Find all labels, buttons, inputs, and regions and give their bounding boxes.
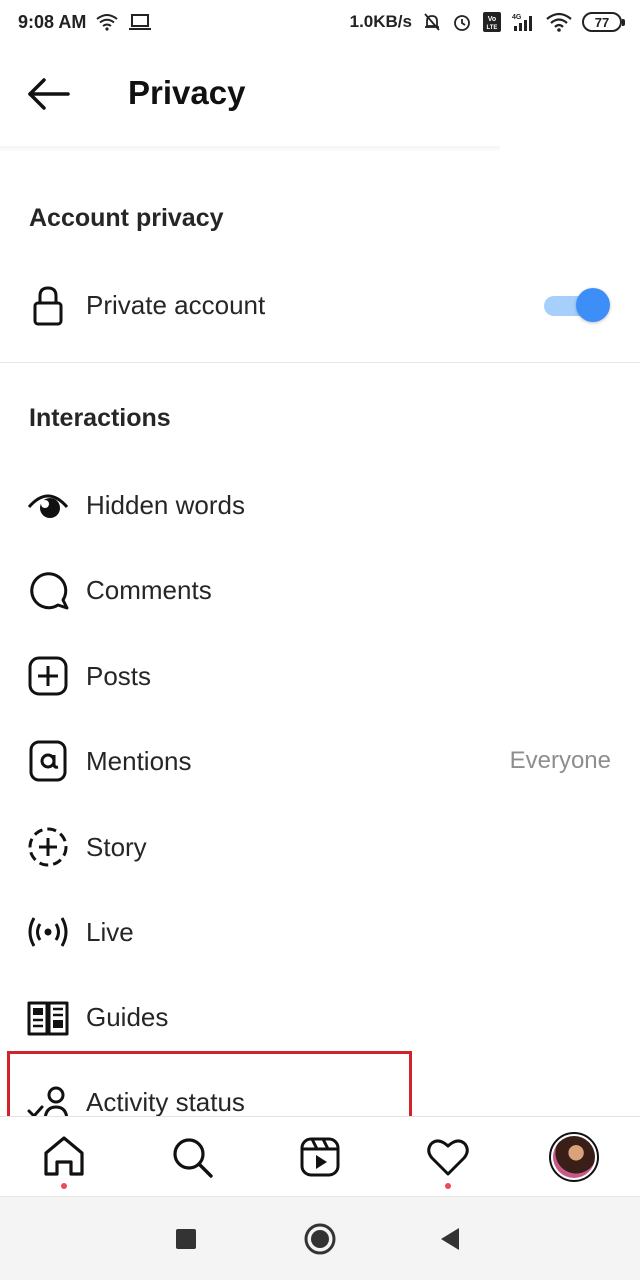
status-time: 9:08 AM [18,11,87,32]
interaction-label: Comments [86,574,212,605]
interaction-label: Live [86,916,134,947]
battery-indicator: 77 [582,12,625,32]
private-account-toggle[interactable] [544,288,610,322]
interaction-label: Hidden words [86,489,245,520]
laptop-icon [129,14,152,30]
story-plus-icon [26,825,70,869]
status-bar-left: 9:08 AM [18,12,152,33]
arrow-left-icon [28,78,70,110]
network-type-label: 4G [512,14,522,21]
section-divider [0,362,640,363]
live-broadcast-icon [26,910,70,954]
search-icon [173,1138,213,1178]
back-nav-button[interactable] [432,1221,468,1257]
interaction-row-guides[interactable]: Guides [0,975,640,1059]
interaction-row-posts[interactable]: Posts [0,634,640,718]
home-circle-icon [304,1223,336,1255]
interaction-label: Mentions [86,745,192,776]
recents-square-icon [176,1229,196,1249]
activity-notification-dot [445,1183,451,1189]
interaction-row-hidden-words[interactable]: Hidden words [0,463,640,547]
wifi-icon [546,12,572,32]
tab-activity[interactable] [422,1131,474,1183]
interaction-row-mentions[interactable]: Mentions Everyone [0,719,640,803]
interaction-row-story[interactable]: Story [0,805,640,889]
interaction-row-live[interactable]: Live [0,890,640,974]
svg-text:LTE: LTE [487,25,498,31]
plus-square-icon [26,654,70,698]
bottom-tab-bar [0,1116,640,1196]
home-nav-button[interactable] [302,1221,338,1257]
heart-icon [427,1139,469,1176]
tab-home[interactable] [38,1131,90,1183]
header-divider [0,146,500,152]
comment-bubble-icon [26,568,70,612]
eye-icon [26,483,70,527]
tab-reels[interactable] [294,1131,346,1183]
reels-icon [300,1137,340,1177]
back-triangle-icon [441,1228,459,1250]
tab-profile[interactable] [548,1131,600,1183]
network-speed: 1.0KB/s [349,12,412,31]
alarm-icon [454,15,470,31]
profile-avatar [549,1132,599,1182]
toggle-knob [576,288,610,322]
wifi-small-icon [96,14,118,31]
section-title-account-privacy: Account privacy [29,204,224,232]
private-account-row[interactable]: Private account [0,263,640,347]
page-title: Privacy [128,74,246,111]
guide-book-icon [26,995,70,1039]
tab-search[interactable] [166,1131,218,1183]
interaction-label: Guides [86,1001,169,1032]
back-button[interactable] [26,76,72,112]
lock-icon [26,283,70,327]
mute-bell-icon [424,13,440,31]
mentions-value: Everyone [509,747,611,774]
interaction-row-comments[interactable]: Comments [0,548,640,632]
system-nav-bar [0,1196,640,1280]
cell-signal-icon: 4G [512,14,532,31]
home-notification-dot [61,1183,67,1189]
interaction-label: Story [86,831,147,862]
home-icon [44,1136,84,1176]
status-bar-right: 1.0KB/s Vo LTE 4G 77 [349,11,625,33]
avatar-image [553,1136,595,1178]
private-account-label: Private account [86,289,266,320]
at-sign-icon [26,739,70,783]
status-bar: 9:08 AM 1.0KB/s Vo LTE 4G 77 [0,0,640,44]
section-title-interactions: Interactions [29,404,171,432]
volte-icon: Vo LTE [483,12,501,32]
page-header: Privacy [0,44,640,148]
interaction-label: Posts [86,660,152,691]
svg-text:Vo: Vo [488,16,496,23]
recents-button[interactable] [168,1221,204,1257]
